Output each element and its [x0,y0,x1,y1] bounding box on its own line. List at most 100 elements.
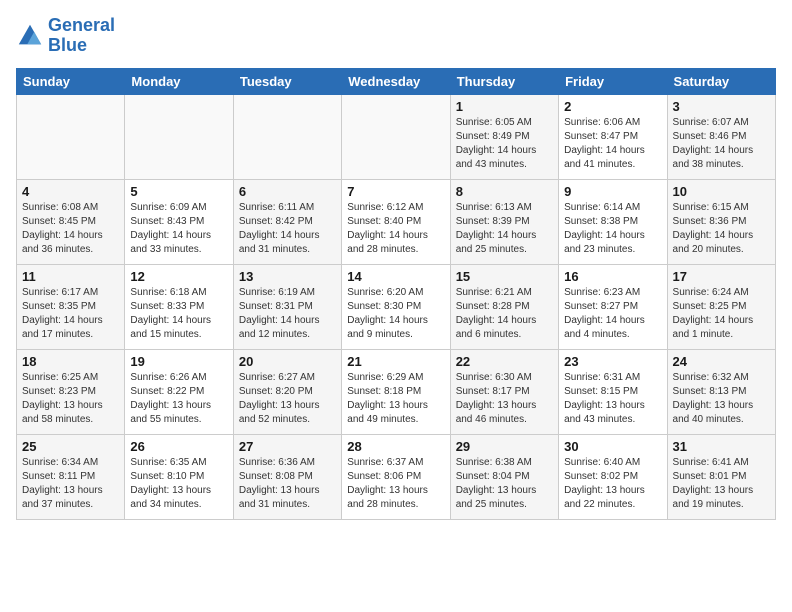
calendar-header: SundayMondayTuesdayWednesdayThursdayFrid… [17,68,776,94]
page-header: General Blue [16,16,776,56]
calendar-cell: 21 Sunrise: 6:29 AM Sunset: 8:18 PM Dayli… [342,349,450,434]
day-info: Sunrise: 6:31 AM Sunset: 8:15 PM Dayligh… [564,371,661,427]
day-number: 18 [22,354,119,369]
day-number: 24 [673,354,770,369]
day-number: 22 [456,354,553,369]
calendar-cell: 3Sunrise: 6:07 AM Sunset: 8:46 PM Daylig… [667,94,775,179]
calendar-cell: 11Sunrise: 6:17 AM Sunset: 8:35 PM Dayli… [17,264,125,349]
calendar-cell: 24 Sunrise: 6:32 AM Sunset: 8:13 PM Dayli… [667,349,775,434]
day-info: Sunrise: 6:12 AM Sunset: 8:40 PM Dayligh… [347,201,444,257]
logo-text: General Blue [48,16,115,56]
calendar-cell: 2Sunrise: 6:06 AM Sunset: 8:47 PM Daylig… [559,94,667,179]
calendar-cell: 4 Sunrise: 6:08 AM Sunset: 8:45 PM Daylig… [17,179,125,264]
calendar-cell: 18Sunrise: 6:25 AM Sunset: 8:23 PM Dayli… [17,349,125,434]
day-number: 15 [456,269,553,284]
day-info: Sunrise: 6:40 AM Sunset: 8:02 PM Dayligh… [564,456,661,512]
calendar-cell: 30 Sunrise: 6:40 AM Sunset: 8:02 PM Dayli… [559,434,667,519]
week-row-5: 25 Sunrise: 6:34 AM Sunset: 8:11 PM Dayli… [17,434,776,519]
day-info: Sunrise: 6:24 AM Sunset: 8:25 PM Dayligh… [673,286,770,342]
day-info: Sunrise: 6:29 AM Sunset: 8:18 PM Dayligh… [347,371,444,427]
calendar-cell: 27 Sunrise: 6:36 AM Sunset: 8:08 PM Dayli… [233,434,341,519]
day-info: Sunrise: 6:09 AM Sunset: 8:43 PM Dayligh… [130,201,227,257]
day-number: 29 [456,439,553,454]
day-info: Sunrise: 6:37 AM Sunset: 8:06 PM Dayligh… [347,456,444,512]
calendar-cell: 8 Sunrise: 6:13 AM Sunset: 8:39 PM Daylig… [450,179,558,264]
calendar-cell [17,94,125,179]
day-number: 7 [347,184,444,199]
day-info: Sunrise: 6:08 AM Sunset: 8:45 PM Dayligh… [22,201,119,257]
calendar-cell: 20 Sunrise: 6:27 AM Sunset: 8:20 PM Dayli… [233,349,341,434]
day-number: 1 [456,99,553,114]
week-row-2: 4 Sunrise: 6:08 AM Sunset: 8:45 PM Daylig… [17,179,776,264]
day-number: 26 [130,439,227,454]
day-info: Sunrise: 6:21 AM Sunset: 8:28 PM Dayligh… [456,286,553,342]
calendar-cell: 29 Sunrise: 6:38 AM Sunset: 8:04 PM Dayli… [450,434,558,519]
logo: General Blue [16,16,115,56]
day-number: 31 [673,439,770,454]
day-info: Sunrise: 6:05 AM Sunset: 8:49 PM Dayligh… [456,116,553,172]
calendar-cell [125,94,233,179]
day-number: 23 [564,354,661,369]
day-number: 10 [673,184,770,199]
day-header-saturday: Saturday [667,68,775,94]
calendar-cell: 22 Sunrise: 6:30 AM Sunset: 8:17 PM Dayli… [450,349,558,434]
calendar-cell: 12 Sunrise: 6:18 AM Sunset: 8:33 PM Dayli… [125,264,233,349]
day-number: 14 [347,269,444,284]
day-info: Sunrise: 6:35 AM Sunset: 8:10 PM Dayligh… [130,456,227,512]
calendar-cell: 16 Sunrise: 6:23 AM Sunset: 8:27 PM Dayli… [559,264,667,349]
day-header-sunday: Sunday [17,68,125,94]
day-info: Sunrise: 6:30 AM Sunset: 8:17 PM Dayligh… [456,371,553,427]
day-number: 5 [130,184,227,199]
day-number: 9 [564,184,661,199]
day-info: Sunrise: 6:19 AM Sunset: 8:31 PM Dayligh… [239,286,336,342]
calendar-cell: 6Sunrise: 6:11 AM Sunset: 8:42 PM Daylig… [233,179,341,264]
day-number: 3 [673,99,770,114]
day-info: Sunrise: 6:26 AM Sunset: 8:22 PM Dayligh… [130,371,227,427]
calendar-table: SundayMondayTuesdayWednesdayThursdayFrid… [16,68,776,520]
day-info: Sunrise: 6:38 AM Sunset: 8:04 PM Dayligh… [456,456,553,512]
day-number: 2 [564,99,661,114]
calendar-cell: 13 Sunrise: 6:19 AM Sunset: 8:31 PM Dayli… [233,264,341,349]
logo-icon [16,22,44,50]
day-info: Sunrise: 6:27 AM Sunset: 8:20 PM Dayligh… [239,371,336,427]
day-info: Sunrise: 6:20 AM Sunset: 8:30 PM Dayligh… [347,286,444,342]
day-number: 27 [239,439,336,454]
calendar-cell: 15 Sunrise: 6:21 AM Sunset: 8:28 PM Dayli… [450,264,558,349]
day-number: 30 [564,439,661,454]
day-number: 8 [456,184,553,199]
day-info: Sunrise: 6:23 AM Sunset: 8:27 PM Dayligh… [564,286,661,342]
day-number: 17 [673,269,770,284]
day-header-tuesday: Tuesday [233,68,341,94]
day-number: 25 [22,439,119,454]
day-number: 21 [347,354,444,369]
day-number: 4 [22,184,119,199]
day-info: Sunrise: 6:18 AM Sunset: 8:33 PM Dayligh… [130,286,227,342]
day-number: 13 [239,269,336,284]
calendar-cell: 10Sunrise: 6:15 AM Sunset: 8:36 PM Dayli… [667,179,775,264]
day-info: Sunrise: 6:36 AM Sunset: 8:08 PM Dayligh… [239,456,336,512]
day-info: Sunrise: 6:34 AM Sunset: 8:11 PM Dayligh… [22,456,119,512]
calendar-cell: 17 Sunrise: 6:24 AM Sunset: 8:25 PM Dayli… [667,264,775,349]
day-number: 20 [239,354,336,369]
day-header-wednesday: Wednesday [342,68,450,94]
day-number: 11 [22,269,119,284]
week-row-3: 11Sunrise: 6:17 AM Sunset: 8:35 PM Dayli… [17,264,776,349]
calendar-cell: 31 Sunrise: 6:41 AM Sunset: 8:01 PM Dayli… [667,434,775,519]
calendar-cell [233,94,341,179]
day-number: 12 [130,269,227,284]
calendar-cell: 9 Sunrise: 6:14 AM Sunset: 8:38 PM Daylig… [559,179,667,264]
day-info: Sunrise: 6:14 AM Sunset: 8:38 PM Dayligh… [564,201,661,257]
calendar-cell: 1 Sunrise: 6:05 AM Sunset: 8:49 PM Daylig… [450,94,558,179]
calendar-cell: 14 Sunrise: 6:20 AM Sunset: 8:30 PM Dayli… [342,264,450,349]
day-number: 28 [347,439,444,454]
day-info: Sunrise: 6:13 AM Sunset: 8:39 PM Dayligh… [456,201,553,257]
day-info: Sunrise: 6:32 AM Sunset: 8:13 PM Dayligh… [673,371,770,427]
day-info: Sunrise: 6:11 AM Sunset: 8:42 PM Dayligh… [239,201,336,257]
calendar-cell: 7 Sunrise: 6:12 AM Sunset: 8:40 PM Daylig… [342,179,450,264]
calendar-cell: 5 Sunrise: 6:09 AM Sunset: 8:43 PM Daylig… [125,179,233,264]
day-header-friday: Friday [559,68,667,94]
day-number: 16 [564,269,661,284]
day-info: Sunrise: 6:41 AM Sunset: 8:01 PM Dayligh… [673,456,770,512]
day-number: 19 [130,354,227,369]
calendar-cell [342,94,450,179]
